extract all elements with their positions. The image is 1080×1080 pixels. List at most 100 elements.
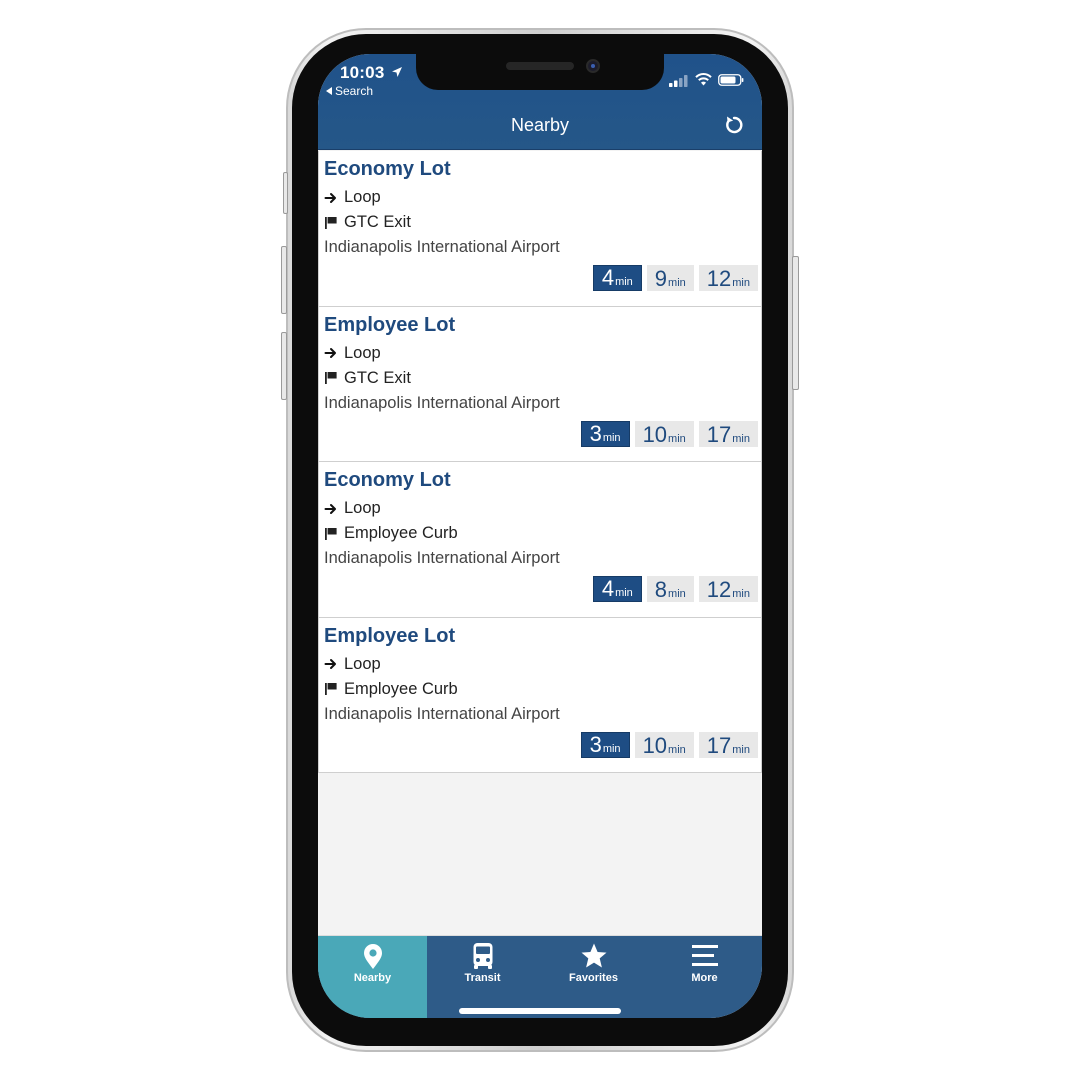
arrival-times: 3 min 10 min 17 min — [580, 731, 758, 758]
tab-favorites[interactable]: Favorites — [538, 936, 649, 1018]
flag-icon — [325, 527, 337, 540]
arrival-times: 3 min 10 min 17 min — [580, 420, 758, 447]
bus-icon — [473, 943, 492, 969]
arrival-time-chip[interactable]: 3 min — [580, 420, 630, 447]
arrival-unit: min — [602, 742, 621, 755]
route-row: Loop — [324, 499, 381, 518]
flag-icon — [325, 372, 337, 384]
arrival-times: 4 min 9 min 12 min — [592, 265, 758, 291]
arrival-time-chip[interactable]: 10 min — [634, 731, 694, 758]
route-name: Loop — [344, 654, 381, 673]
power-button — [792, 256, 799, 390]
cellular-signal-icon — [669, 75, 688, 87]
arrival-time-chip[interactable]: 9 min — [646, 265, 694, 291]
stop-card[interactable]: Employee Lot Loop Employee Curb Indianap… — [318, 617, 762, 773]
arrival-minutes: 3 — [589, 731, 602, 757]
destination-row: GTC Exit — [324, 213, 411, 232]
front-camera — [586, 59, 600, 73]
flag-icon — [325, 216, 337, 229]
stop-card[interactable]: Economy Lot Loop GTC Exit Indianapolis I… — [318, 151, 762, 307]
home-indicator[interactable] — [459, 1008, 621, 1014]
arrival-time-chip[interactable]: 4 min — [592, 265, 642, 291]
arrival-unit: min — [615, 587, 633, 599]
flag-icon — [325, 683, 337, 695]
arrival-unit: min — [615, 276, 633, 288]
arrow-right-icon — [324, 348, 336, 358]
route-row: Loop — [324, 188, 381, 207]
stop-card[interactable]: Economy Lot Loop Employee Curb Indianapo… — [318, 462, 762, 618]
device-notch — [416, 54, 664, 90]
destination-row: Employee Curb — [324, 680, 458, 699]
stop-name: Economy Lot — [324, 469, 451, 491]
destination-name: GTC Exit — [344, 368, 411, 387]
arrival-unit: min — [668, 588, 686, 600]
back-label: Search — [335, 84, 374, 98]
arrival-unit: min — [668, 277, 686, 289]
tab-more[interactable]: More — [649, 936, 760, 1018]
arrival-time-chip[interactable]: 17 min — [698, 420, 758, 447]
stop-name: Economy Lot — [324, 158, 451, 180]
arrival-time-chip[interactable]: 12 min — [698, 265, 758, 291]
destination-name: GTC Exit — [344, 213, 411, 231]
stop-card[interactable]: Employee Lot Loop GTC Exit Indianapolis … — [318, 306, 762, 462]
arrival-times: 4 min 8 min 12 min — [592, 576, 758, 602]
destination-name: Employee Curb — [344, 524, 458, 542]
arrival-minutes: 17 — [706, 421, 732, 447]
battery-icon — [718, 74, 744, 86]
place-name: Indianapolis International Airport — [324, 393, 560, 412]
arrival-minutes: 10 — [642, 732, 668, 758]
arrival-unit: min — [732, 588, 750, 600]
arrival-unit: min — [668, 432, 686, 445]
status-time: 10:03 — [340, 63, 385, 82]
arrival-unit: min — [668, 743, 686, 756]
arrival-minutes: 9 — [654, 266, 668, 291]
stop-name: Employee Lot — [324, 313, 456, 336]
refresh-icon[interactable] — [723, 114, 745, 136]
destination-row: Employee Curb — [324, 524, 458, 543]
stop-name: Employee Lot — [324, 624, 456, 647]
arrival-minutes: 12 — [706, 577, 732, 602]
place-name: Indianapolis International Airport — [324, 549, 560, 567]
back-triangle-icon — [326, 87, 332, 95]
route-row: Loop — [324, 344, 381, 363]
arrival-minutes: 4 — [601, 265, 615, 290]
speaker-grille — [506, 62, 574, 70]
tab-label: Favorites — [569, 972, 618, 984]
route-row: Loop — [324, 655, 381, 674]
page-title: Nearby — [510, 115, 570, 135]
wifi-icon — [695, 73, 712, 86]
bottom-tab-bar: Nearby Transit Favorites More — [318, 935, 762, 1018]
arrival-unit: min — [732, 743, 750, 756]
arrival-time-chip[interactable]: 17 min — [698, 731, 758, 758]
volume-up-button — [281, 246, 287, 314]
nearby-stop-list: Economy Lot Loop GTC Exit Indianapolis I… — [318, 151, 762, 773]
nav-header: 10:03 Search Nearby — [318, 54, 762, 150]
volume-down-button — [281, 332, 287, 400]
arrival-time-chip[interactable]: 10 min — [634, 420, 694, 447]
menu-icon — [691, 945, 718, 966]
route-name: Loop — [344, 188, 381, 206]
route-name: Loop — [344, 499, 381, 517]
app-screen: 10:03 Search Nearby Economy Lot Loop GTC… — [318, 54, 762, 1018]
back-to-search-link[interactable]: Search — [326, 84, 373, 98]
star-icon — [581, 943, 606, 968]
route-name: Loop — [344, 343, 381, 362]
place-name: Indianapolis International Airport — [324, 238, 560, 256]
tab-label: Nearby — [353, 972, 392, 984]
arrival-time-chip[interactable]: 12 min — [698, 576, 758, 602]
location-arrow-icon — [392, 67, 402, 77]
arrival-time-chip[interactable]: 4 min — [592, 576, 642, 602]
arrival-unit: min — [602, 431, 621, 444]
place-name: Indianapolis International Airport — [324, 704, 560, 723]
arrow-right-icon — [324, 192, 336, 203]
arrival-minutes: 12 — [706, 266, 732, 291]
arrival-minutes: 4 — [601, 576, 615, 601]
destination-row: GTC Exit — [324, 369, 411, 388]
tab-transit[interactable]: Transit — [427, 936, 538, 1018]
arrival-minutes: 8 — [654, 577, 668, 602]
arrival-time-chip[interactable]: 8 min — [646, 576, 694, 602]
tab-nearby[interactable]: Nearby — [318, 936, 427, 1018]
mute-switch — [283, 172, 288, 214]
arrival-time-chip[interactable]: 3 min — [580, 731, 630, 758]
tab-label: More — [691, 972, 718, 984]
